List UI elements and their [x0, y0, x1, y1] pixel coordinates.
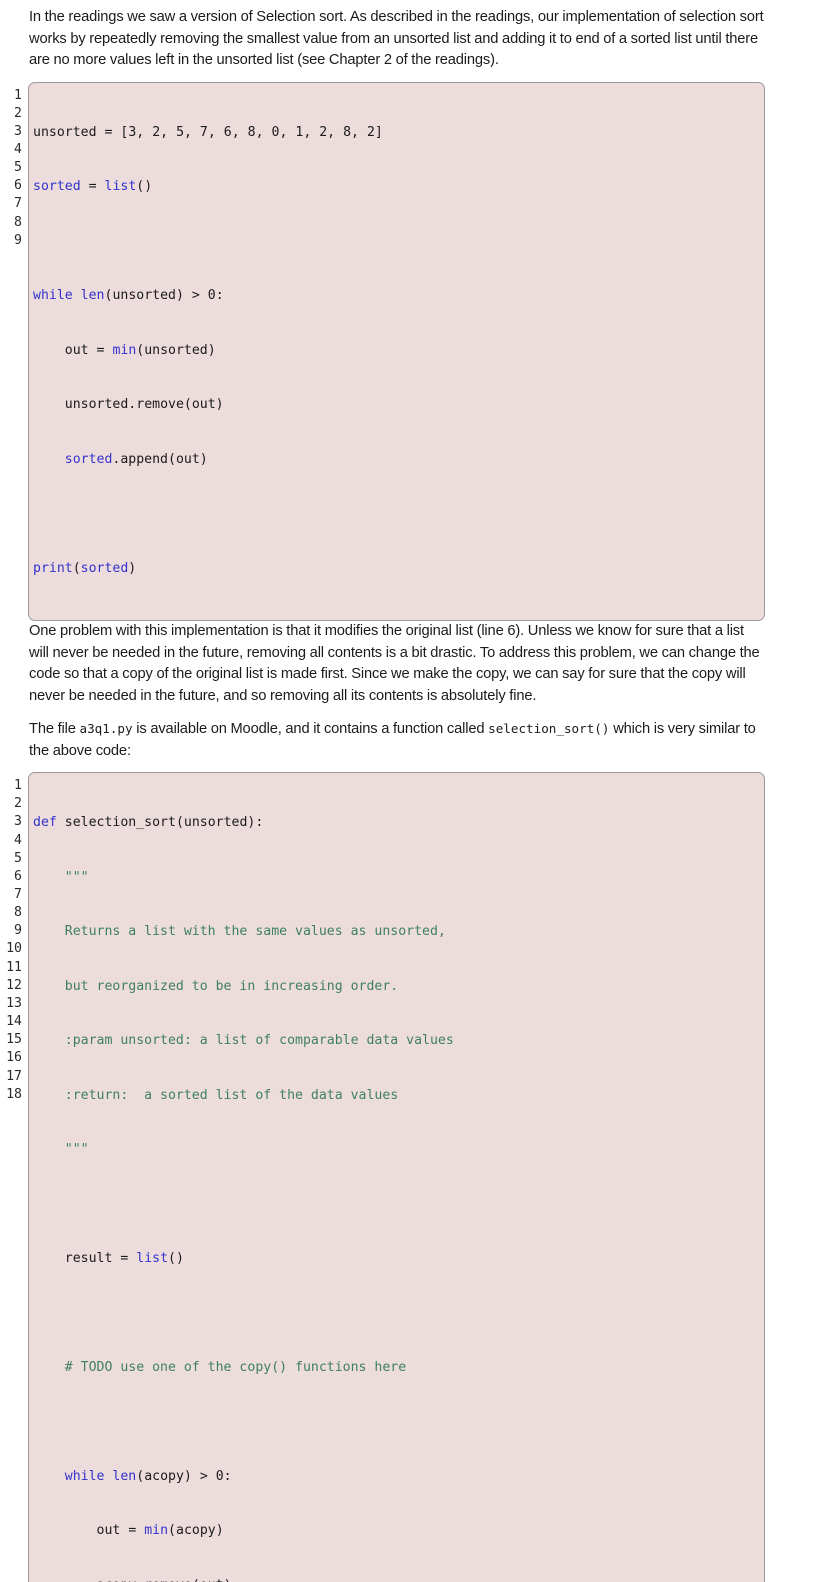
code-line-13: while len(acopy) > 0:: [64, 1468, 232, 1484]
code-line-7: sorted.append(out): [64, 451, 208, 467]
code-line-15: acopy.remove(out): [33, 1577, 764, 1582]
code-line-9: print(sorted): [33, 560, 137, 576]
inline-code-function-name: selection_sort(): [488, 721, 610, 737]
code-line-9: result = list(): [64, 1251, 184, 1267]
code-line-4: while len(unsorted) > 0:: [33, 288, 224, 304]
code-line-14: out = min(acopy): [96, 1523, 224, 1539]
code-line-2: """: [64, 869, 89, 885]
code-line-2: sorted = list(): [33, 179, 153, 195]
code-content-2[interactable]: def selection_sort(unsorted): """ Return…: [28, 772, 765, 1582]
file-intro-text-1: The file: [29, 721, 80, 738]
paragraph-problem: One problem with this implementation is …: [29, 623, 760, 704]
paragraph-file-intro: The file a3q1.py is available on Moodle,…: [0, 718, 813, 762]
document-page: In the readings we saw a version of Sele…: [0, 0, 813, 1582]
code-line-11: # TODO use one of the copy() functions h…: [64, 1360, 407, 1376]
code-block-selection-sort-function: 1 2 3 4 5 6 7 8 9 10 11 12 13 14 15 16 1…: [0, 772, 813, 1582]
line-number-gutter-1: 1 2 3 4 5 6 7 8 9: [14, 87, 22, 248]
code-block-selection-sort-example: 1 2 3 4 5 6 7 8 9 unsorted = [3, 2, 5, 7…: [0, 81, 813, 622]
code-line-1: def selection_sort(unsorted):: [33, 815, 264, 831]
line-number-gutter-2: 1 2 3 4 5 6 7 8 9 10 11 12 13 14 15 16 1…: [6, 778, 22, 1102]
code-line-7: """: [64, 1142, 89, 1158]
paragraph-intro: In the readings we saw a version of Sele…: [29, 9, 764, 68]
inline-code-filename: a3q1.py: [79, 721, 133, 737]
code-line-3: Returns a list with the same values as u…: [64, 924, 446, 940]
code-line-6: unsorted.remove(out): [64, 397, 224, 413]
code-content-1[interactable]: unsorted = [3, 2, 5, 7, 6, 8, 0, 1, 2, 8…: [28, 81, 765, 622]
code-line-1: unsorted = [3, 2, 5, 7, 6, 8, 0, 1, 2, 8…: [33, 124, 383, 140]
code-line-4: but reorganized to be in increasing orde…: [64, 978, 399, 994]
code-line-5: out = min(unsorted): [64, 342, 216, 358]
code-line-6: :return: a sorted list of the data value…: [64, 1087, 399, 1103]
file-intro-text-2: is available on Moodle, and it contains …: [132, 721, 489, 738]
code-line-5: :param unsorted: a list of comparable da…: [64, 1033, 454, 1049]
